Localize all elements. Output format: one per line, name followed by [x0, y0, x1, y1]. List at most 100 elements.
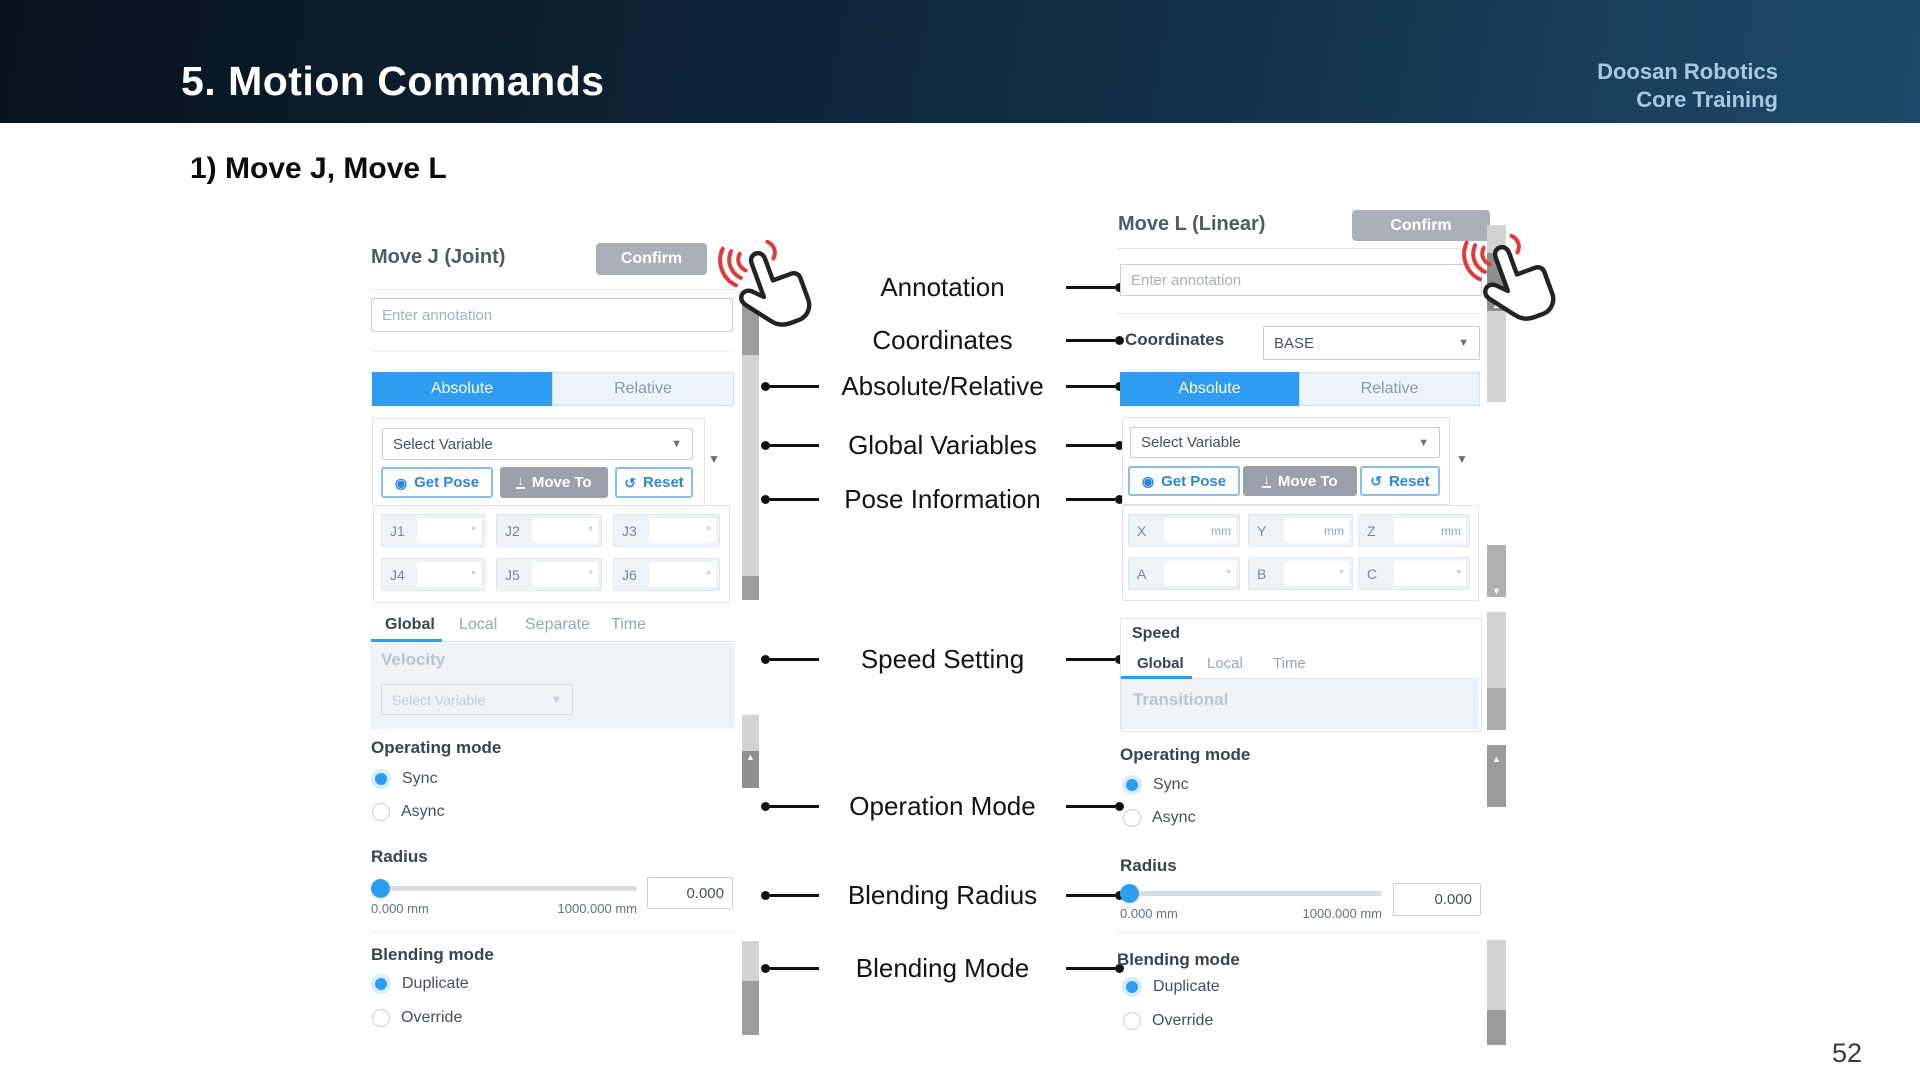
scrollbar-segment[interactable] — [1487, 1010, 1506, 1045]
movej-radius-knob[interactable] — [371, 879, 390, 898]
radio-unselected-icon[interactable] — [1123, 1012, 1141, 1030]
movej-reset-button[interactable]: ↺ Reset — [615, 467, 693, 498]
scrollbar-segment[interactable] — [742, 981, 759, 1035]
callout-label: Blending Radius — [819, 880, 1066, 911]
movel-radius-input[interactable] — [1393, 883, 1481, 916]
movel-override-option[interactable]: Override — [1123, 1012, 1213, 1030]
connector-dot — [761, 655, 770, 664]
scrollbar-segment[interactable] — [742, 355, 759, 576]
slide: 5. Motion Commands Doosan Robotics Core … — [0, 0, 1920, 1080]
connector-line — [770, 385, 819, 388]
movel-tab-absolute[interactable]: Absolute — [1120, 372, 1299, 406]
movel-annotation-input[interactable] — [1120, 264, 1482, 296]
scrollbar-segment[interactable] — [742, 715, 759, 751]
pose-field-c[interactable]: C° — [1358, 557, 1470, 590]
collapse-chevron-icon[interactable]: ▼ — [1456, 452, 1468, 466]
scrollbar-segment[interactable] — [1487, 612, 1506, 688]
pose-field-a[interactable]: A° — [1128, 557, 1240, 590]
movej-annotation-input[interactable] — [371, 298, 733, 332]
scrollbar-segment[interactable] — [1487, 688, 1506, 730]
connector-dot — [761, 891, 770, 900]
joint-field-j2[interactable]: J2° — [496, 514, 602, 547]
movej-speedtab-separate[interactable]: Separate — [525, 616, 590, 634]
radio-unselected-icon[interactable] — [372, 803, 390, 821]
tab-label: Absolute — [1178, 380, 1240, 398]
radio-label: Override — [401, 1009, 462, 1027]
scrollbar-segment[interactable] — [1487, 940, 1506, 1010]
callout-label: Speed Setting — [819, 644, 1066, 675]
movej-speedtab-global[interactable]: Global — [385, 616, 435, 634]
pose-field-x[interactable]: Xmm — [1128, 514, 1240, 547]
movel-radius-slider[interactable] — [1120, 891, 1382, 896]
brand-line1: Doosan Robotics — [1597, 58, 1778, 86]
button-label: Get Pose — [414, 474, 479, 491]
chevron-down-icon: ▼ — [1458, 337, 1469, 349]
movel-tab-relative[interactable]: Relative — [1299, 372, 1480, 406]
movel-reset-button[interactable]: ↺ Reset — [1360, 466, 1440, 496]
movej-speedtab-time[interactable]: Time — [611, 616, 646, 634]
movel-duplicate-option[interactable]: Duplicate — [1122, 977, 1220, 997]
joint-field-j5[interactable]: J5° — [496, 558, 602, 591]
scrollbar-up-arrow[interactable]: ▲ — [1487, 745, 1506, 807]
scrollbar-up-arrow[interactable]: ▲ — [742, 751, 759, 788]
movej-confirm-button[interactable]: Confirm — [596, 243, 707, 275]
movej-radius-slider[interactable] — [371, 886, 637, 891]
connector-line — [770, 444, 819, 447]
movej-sync-option[interactable]: Sync — [371, 769, 438, 789]
movel-move-to-button[interactable]: ↓ Move To — [1243, 466, 1357, 496]
movej-radius-title: Radius — [371, 847, 428, 867]
movel-async-option[interactable]: Async — [1123, 809, 1196, 827]
movel-speedtab-local[interactable]: Local — [1207, 655, 1243, 672]
movej-variable-select[interactable]: Select Variable ▼ — [382, 428, 693, 460]
radio-selected-icon[interactable] — [1122, 775, 1142, 795]
joint-field-j6[interactable]: J6° — [613, 558, 720, 591]
movej-speedtab-local[interactable]: Local — [459, 616, 497, 634]
movej-override-option[interactable]: Override — [372, 1009, 462, 1027]
divider — [371, 351, 735, 352]
scrollbar-segment[interactable] — [742, 576, 759, 600]
radius-min-label: 0.000 mm — [371, 901, 429, 916]
movel-speed-title: Speed — [1132, 625, 1180, 643]
radio-unselected-icon[interactable] — [1123, 809, 1141, 827]
movej-duplicate-option[interactable]: Duplicate — [371, 974, 469, 994]
radio-unselected-icon[interactable] — [372, 1009, 390, 1027]
movej-tab-absolute[interactable]: Absolute — [372, 372, 552, 406]
pose-field-b[interactable]: B° — [1248, 557, 1353, 590]
movej-title: Move J (Joint) — [371, 246, 505, 269]
radio-selected-icon[interactable] — [1122, 977, 1142, 997]
connector-dot — [761, 382, 770, 391]
movel-title: Move L (Linear) — [1118, 213, 1265, 236]
movej-operating-mode-title: Operating mode — [371, 738, 501, 758]
connector-line — [1066, 286, 1115, 289]
joint-field-j4[interactable]: J4° — [381, 558, 485, 591]
button-label: Get Pose — [1161, 473, 1226, 490]
scrollbar-segment[interactable] — [742, 941, 759, 981]
collapse-chevron-icon[interactable]: ▼ — [708, 452, 720, 466]
radio-selected-icon[interactable] — [371, 974, 391, 994]
movej-tab-relative[interactable]: Relative — [552, 372, 734, 406]
pose-field-z[interactable]: Zmm — [1358, 514, 1470, 547]
movej-get-pose-button[interactable]: ◉ Get Pose — [381, 467, 493, 498]
download-arrow-icon: ↓ — [516, 476, 525, 489]
scrollbar-down-arrow[interactable]: ▼ — [1487, 545, 1506, 597]
movel-coordinates-select[interactable]: BASE ▼ — [1263, 326, 1480, 360]
movel-coordinates-label: Coordinates — [1125, 330, 1224, 350]
movel-speedtab-global[interactable]: Global — [1137, 655, 1184, 672]
movel-get-pose-button[interactable]: ◉ Get Pose — [1128, 466, 1240, 496]
callout-label: Coordinates — [819, 325, 1066, 356]
joint-field-j3[interactable]: J3° — [613, 514, 720, 547]
movel-radius-knob[interactable] — [1120, 884, 1139, 903]
select-value: BASE — [1274, 335, 1314, 352]
movej-async-option[interactable]: Async — [372, 803, 445, 821]
movel-speedtab-time[interactable]: Time — [1273, 655, 1306, 672]
movej-move-to-button[interactable]: ↓ Move To — [500, 467, 608, 498]
movej-radius-input[interactable] — [647, 877, 733, 909]
reset-icon: ↺ — [624, 476, 636, 490]
radio-selected-icon[interactable] — [371, 769, 391, 789]
joint-field-j1[interactable]: J1° — [381, 514, 485, 547]
movel-variable-select[interactable]: Select Variable ▼ — [1130, 427, 1440, 458]
divider — [1118, 313, 1480, 314]
brand-text: Doosan Robotics Core Training — [1597, 58, 1778, 114]
pose-field-y[interactable]: Ymm — [1248, 514, 1353, 547]
movel-sync-option[interactable]: Sync — [1122, 775, 1189, 795]
